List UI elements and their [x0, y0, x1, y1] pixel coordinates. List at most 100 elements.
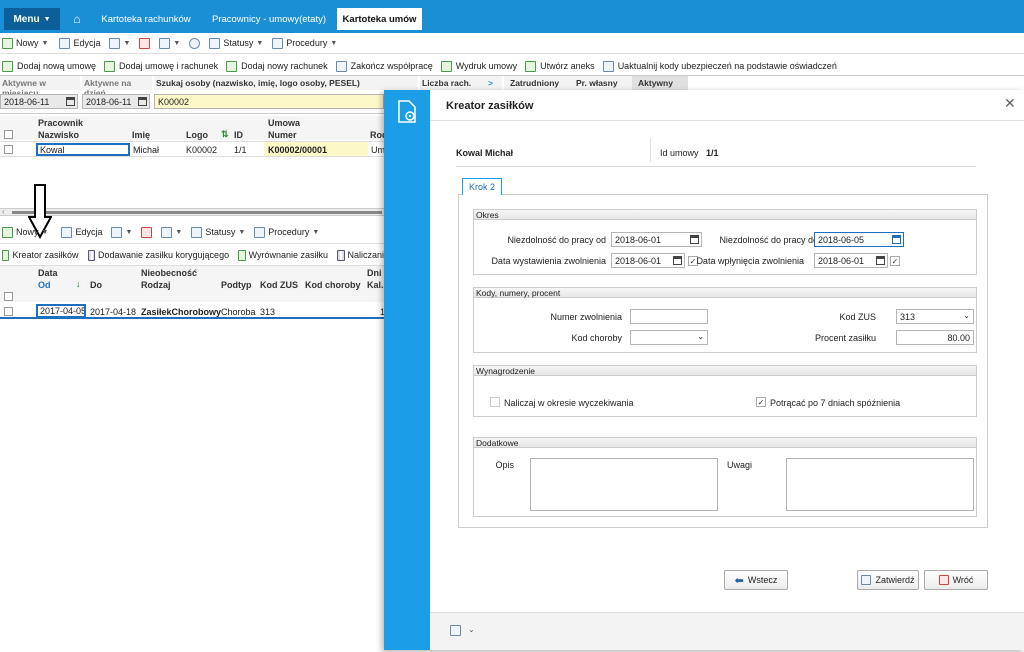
chevron-left-icon[interactable]: ‹: [2, 207, 5, 216]
new-button[interactable]: Nowy: [16, 38, 39, 48]
col-rodzaj[interactable]: Rodzaj: [141, 280, 171, 290]
print-icon[interactable]: [159, 37, 171, 49]
return-button[interactable]: Wróć: [924, 570, 988, 590]
scrollbar[interactable]: [12, 211, 382, 214]
close-icon[interactable]: ✕: [1004, 95, 1016, 112]
edit-button[interactable]: Edycja: [75, 227, 102, 237]
chevron-down-icon[interactable]: ▼: [42, 229, 49, 236]
benefit-equalization-button[interactable]: Wyrównanie zasiłku: [249, 250, 328, 260]
active-month-field[interactable]: 2018-06-11: [0, 94, 78, 109]
col-kal[interactable]: Kal.: [367, 280, 384, 290]
cell-od[interactable]: 2017-04-05: [36, 304, 86, 318]
add-contract-button[interactable]: Dodaj nową umowę: [17, 61, 96, 71]
numer-zwolnienia-input[interactable]: [630, 309, 708, 324]
calendar-icon[interactable]: [138, 97, 147, 106]
chevron-down-icon[interactable]: ▼: [125, 229, 132, 236]
chevron-down-icon[interactable]: ⌄: [697, 332, 704, 341]
print-contract-button[interactable]: Wydruk umowy: [456, 61, 517, 71]
sort-asc-icon[interactable]: ⇅: [221, 129, 229, 140]
wplyniecia-checkbox[interactable]: ✓: [890, 256, 900, 266]
col-kod-choroby[interactable]: Kod choroby: [305, 280, 361, 290]
col-do[interactable]: Do: [90, 280, 102, 290]
kod-choroby-select[interactable]: ⌄: [630, 330, 708, 345]
naliczaj-checkbox[interactable]: [490, 397, 500, 407]
sort-desc-icon[interactable]: ↓: [76, 279, 81, 289]
filter-tab-liczba-rach[interactable]: Liczba rach.: [420, 76, 486, 90]
select-all-checkbox[interactable]: [4, 292, 13, 301]
settings-icon[interactable]: [450, 625, 461, 636]
add-contract-bill-button[interactable]: Dodaj umowę i rachunek: [119, 61, 218, 71]
confirm-button[interactable]: Zatwierdź: [857, 570, 919, 590]
tab-kartoteka-umow[interactable]: Kartoteka umów: [337, 8, 422, 30]
chevron-down-icon[interactable]: ▼: [238, 229, 245, 236]
cell-nazwisko[interactable]: Kowal: [36, 143, 130, 156]
niezd-do-field[interactable]: 2018-06-05: [814, 232, 904, 247]
add-bill-button[interactable]: Dodaj nowy rachunek: [241, 61, 328, 71]
select-all-checkbox[interactable]: [4, 130, 13, 139]
col-od[interactable]: Od: [38, 280, 51, 290]
splitter[interactable]: ‹: [0, 207, 384, 216]
preview-icon[interactable]: [109, 37, 121, 49]
table-row[interactable]: Kowal Michał K00002 1/1 K00002/00001 Um: [0, 141, 385, 157]
statusy-button[interactable]: Statusy: [223, 38, 253, 48]
preview-icon[interactable]: [111, 226, 123, 238]
end-cooperation-button[interactable]: Zakończ współpracę: [351, 61, 433, 71]
calendar-icon[interactable]: [66, 97, 75, 106]
chevron-down-icon[interactable]: ▼: [42, 40, 49, 47]
print-icon[interactable]: [161, 226, 173, 238]
chevron-down-icon[interactable]: ⌄: [963, 311, 970, 320]
row-checkbox[interactable]: [4, 145, 13, 154]
create-annex-button[interactable]: Utwórz aneks: [540, 61, 595, 71]
chevron-down-icon[interactable]: ▼: [173, 40, 180, 47]
search-person-input[interactable]: K00002: [154, 94, 384, 109]
procedury-button[interactable]: Procedury: [268, 227, 309, 237]
tab-krok-2[interactable]: Krok 2: [462, 178, 502, 195]
col-podtyp[interactable]: Podtyp: [221, 280, 252, 290]
chevron-down-icon[interactable]: ⌄: [468, 625, 475, 634]
corrective-benefit-button[interactable]: Dodawanie zasiłku korygującego: [98, 250, 229, 260]
new-button[interactable]: Nowy: [16, 227, 39, 237]
filter-tab-zatrudniony[interactable]: Zatrudniony: [504, 76, 570, 90]
table-row[interactable]: 2017-04-05 2017-04-18 ZasiłekChorobowy C…: [0, 303, 385, 319]
chevron-down-icon[interactable]: ▼: [123, 40, 130, 47]
calendar-icon[interactable]: [892, 235, 901, 244]
procedury-button[interactable]: Procedury: [286, 38, 327, 48]
back-button[interactable]: ⬅ Wstecz: [724, 570, 788, 590]
menu-button[interactable]: Menu ▼: [4, 8, 60, 30]
wystawienia-field[interactable]: 2018-06-01: [611, 253, 685, 268]
chevron-right-icon[interactable]: >: [486, 76, 502, 90]
attachment-icon[interactable]: [189, 37, 201, 49]
opis-textarea[interactable]: [530, 458, 718, 511]
benefit-wizard-button[interactable]: Kreator zasiłków: [12, 250, 78, 260]
wplyniecia-field[interactable]: 2018-06-01: [814, 253, 888, 268]
edit-button[interactable]: Edycja: [73, 38, 100, 48]
delete-icon[interactable]: [139, 37, 151, 49]
active-day-field[interactable]: 2018-06-11: [82, 94, 150, 109]
uwagi-textarea[interactable]: [786, 458, 974, 511]
col-nazwisko[interactable]: Nazwisko: [38, 130, 80, 140]
chevron-down-icon[interactable]: ▼: [175, 229, 182, 236]
col-numer[interactable]: Numer: [268, 130, 297, 140]
update-insurance-codes-button[interactable]: Uaktualnij kody ubezpieczeń na podstawie…: [618, 61, 837, 71]
row-checkbox[interactable]: [4, 307, 13, 316]
col-kod-zus[interactable]: Kod ZUS: [260, 280, 298, 290]
chevron-down-icon[interactable]: ▼: [330, 40, 337, 47]
calendar-icon[interactable]: [673, 256, 682, 265]
chevron-down-icon[interactable]: ▼: [256, 40, 263, 47]
niezd-od-field[interactable]: 2018-06-01: [611, 232, 702, 247]
home-icon[interactable]: ⌂: [66, 8, 88, 30]
procent-zasilku-input[interactable]: 80.00: [896, 330, 974, 345]
kod-zus-select[interactable]: 313 ⌄: [896, 309, 974, 324]
tab-kartoteka-rachunkow[interactable]: Kartoteka rachunków: [92, 8, 200, 30]
statusy-button[interactable]: Statusy: [205, 227, 235, 237]
col-id[interactable]: ID: [234, 130, 243, 140]
calculation-button[interactable]: Naliczani: [348, 250, 385, 260]
tab-pracownicy-umowy[interactable]: Pracownicy - umowy(etaty): [202, 8, 336, 30]
col-logo[interactable]: Logo: [186, 130, 208, 140]
potracac-checkbox[interactable]: ✓: [756, 397, 766, 407]
col-imie[interactable]: Imię: [132, 130, 151, 140]
filter-tab-pr-wlasny[interactable]: Pr. własny: [570, 76, 632, 90]
delete-icon[interactable]: [141, 226, 153, 238]
filter-tab-aktywny[interactable]: Aktywny: [632, 76, 688, 90]
calendar-icon[interactable]: [876, 256, 885, 265]
